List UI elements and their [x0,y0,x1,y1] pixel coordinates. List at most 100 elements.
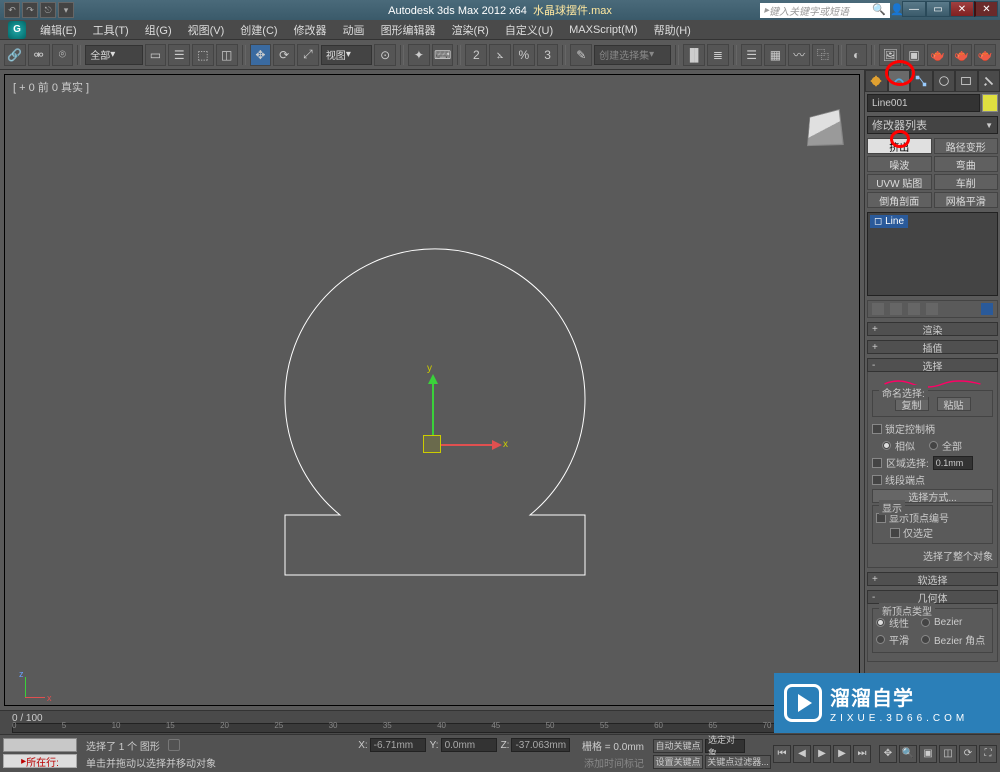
tab-hierarchy[interactable] [910,70,933,92]
viewcube[interactable] [807,109,844,146]
playback-next-icon[interactable]: ▶ [833,745,851,763]
menu-edit[interactable]: 编辑(E) [32,20,85,40]
radio-smooth[interactable] [876,635,885,644]
qat-redo[interactable]: ↷ [22,2,38,18]
tool-select-name[interactable]: ☰ [168,44,190,66]
radio-linear[interactable] [876,618,885,627]
infocenter-search-icon[interactable]: 🔍 [872,3,886,17]
mod-btn-extrude[interactable]: 挤出 [867,138,932,154]
region-select-checkbox[interactable]: 区域选择: [886,455,929,470]
selection-filter-dropdown[interactable]: 全部 ▾ [85,45,142,65]
menu-views[interactable]: 视图(V) [180,20,233,40]
menu-group[interactable]: 组(G) [137,20,180,40]
tab-create[interactable] [865,70,888,92]
tool-render[interactable]: 🫖 [927,44,949,66]
viewport-front[interactable]: [ + 0 前 0 真实 ] y x x z [4,74,860,706]
modifier-stack[interactable]: ◻ Line [867,212,998,296]
mdi-close-button[interactable]: ✕ [974,1,998,17]
tool-manipulate[interactable]: ✦ [408,44,430,66]
viewport-label[interactable]: [ + 0 前 0 真实 ] [13,79,89,95]
tool-window-crossing[interactable]: ◫ [216,44,238,66]
tool-quick-render[interactable]: 🫖 [974,44,996,66]
only-selected-checkbox[interactable]: 仅选定 [903,525,933,540]
rollout-selection[interactable]: -选择 [867,358,998,372]
tab-display[interactable] [955,70,978,92]
menu-create[interactable]: 创建(C) [232,20,285,40]
menu-customize[interactable]: 自定义(U) [497,20,561,40]
window-restore-button[interactable]: ▭ [926,1,950,17]
tool-snap-2d[interactable]: 2 [465,44,487,66]
radio-all[interactable] [929,441,938,450]
tool-spinner-snap[interactable]: 3 [537,44,559,66]
tool-snap-percent[interactable]: % [513,44,535,66]
mod-btn-meshsmooth[interactable]: 网格平滑 [934,192,999,208]
qat-undo[interactable]: ↶ [4,2,20,18]
stack-show-end-icon[interactable] [890,303,902,315]
insert-row-label[interactable]: ▸ 所在行: [3,754,77,768]
tool-move[interactable]: ✥ [250,44,272,66]
auto-key-button[interactable]: 自动关键点 [653,739,703,753]
rollout-render[interactable]: +渲染 [867,322,998,336]
rollout-soft-selection[interactable]: +软选择 [867,572,998,586]
viewnav-zoom-icon[interactable]: 🔍 [899,745,917,763]
menu-rendering[interactable]: 渲染(R) [444,20,497,40]
playback-end-icon[interactable]: ⏭ [853,745,871,763]
rollout-interpolation[interactable]: +插值 [867,340,998,354]
mod-btn-bend[interactable]: 弯曲 [934,156,999,172]
tool-render-setup[interactable]: 🖼 [879,44,901,66]
mod-btn-lathe[interactable]: 车削 [934,174,999,190]
key-filters-button[interactable]: 关键点过滤器... [705,755,771,769]
coord-z-field[interactable]: -37.063mm [511,738,570,752]
segment-end-checkbox[interactable]: 线段端点 [885,472,925,487]
menu-animation[interactable]: 动画 [335,20,373,40]
named-selection-dropdown[interactable]: 创建选择集 ▾ [594,45,671,65]
tool-unlink[interactable]: ⚮ [28,44,50,66]
ref-coord-dropdown[interactable]: 视图 ▾ [321,45,372,65]
stack-pin-icon[interactable] [872,303,884,315]
tool-graphite[interactable]: ▦ [764,44,786,66]
modifier-list-dropdown[interactable]: 修改器列表▼ [867,116,998,134]
qat-dropdown[interactable]: ▾ [58,2,74,18]
playback-prev-icon[interactable]: ◀ [793,745,811,763]
application-menu-button[interactable]: G [8,21,26,39]
tool-edit-named-sel[interactable]: ✎ [570,44,592,66]
tool-curve-editor[interactable]: 〰 [788,44,810,66]
tool-select[interactable]: ▭ [145,44,167,66]
radio-similar[interactable] [882,441,891,450]
tool-mirror[interactable]: ▐▌ [683,44,705,66]
window-close-button[interactable]: ✕ [950,1,974,17]
menu-tools[interactable]: 工具(T) [85,20,137,40]
tool-schematic[interactable]: ⿻ [812,44,834,66]
mod-btn-bevelprofile[interactable]: 倒角剖面 [867,192,932,208]
window-minimize-button[interactable]: — [902,1,926,17]
coord-y-field[interactable]: 0.0mm [441,738,497,752]
spline-shape[interactable] [265,205,605,605]
tool-material-editor[interactable]: ◐ [846,44,868,66]
playback-start-icon[interactable]: ⏮ [773,745,791,763]
tool-snap-angle[interactable]: ⦛ [489,44,511,66]
lock-selection-icon[interactable] [168,739,180,751]
radio-bezier-corner[interactable] [921,635,930,644]
set-key-button[interactable]: 设置关键点 [653,755,703,769]
stack-configure-icon[interactable] [981,303,993,315]
viewnav-maximize-icon[interactable]: ⛶ [979,745,997,763]
tool-select-region[interactable]: ⬚ [192,44,214,66]
menu-graph-editors[interactable]: 图形编辑器 [373,20,444,40]
tool-rotate[interactable]: ⟳ [273,44,295,66]
rollout-geometry[interactable]: -几何体 [867,590,998,604]
stack-remove-icon[interactable] [926,303,938,315]
key-selection-set[interactable]: 选定对象 [705,739,745,753]
tool-scale[interactable]: ⤢ [297,44,319,66]
tool-link[interactable]: 🔗 [4,44,26,66]
mod-btn-uvwmap[interactable]: UVW 贴图 [867,174,932,190]
tool-keyboard-shortcut[interactable]: ⌨ [432,44,454,66]
set-key-button-large[interactable] [3,738,77,752]
tool-pivot[interactable]: ⊙ [374,44,396,66]
add-time-tag-button[interactable]: 添加时间标记 [584,755,644,770]
mod-btn-pathdeform[interactable]: 路径变形 [934,138,999,154]
tool-bind[interactable]: ⌾ [52,44,74,66]
tool-render-last[interactable]: 🫖 [951,44,973,66]
viewnav-zoom-extents-icon[interactable]: ▣ [919,745,937,763]
object-color-swatch[interactable] [982,94,998,112]
stack-unique-icon[interactable] [908,303,920,315]
